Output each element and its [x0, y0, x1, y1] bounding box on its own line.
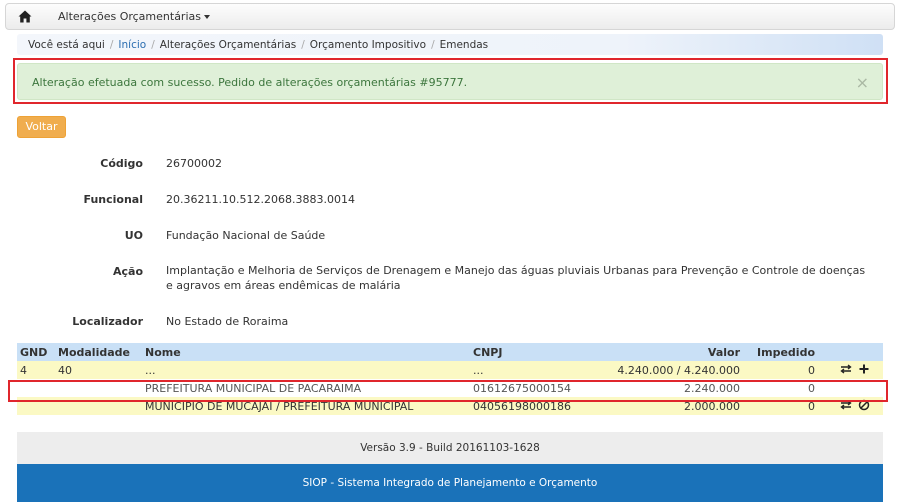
cell-cnpj: 04056198000186 — [473, 400, 571, 413]
close-icon[interactable]: × — [856, 73, 869, 92]
cell-impedido: 0 — [808, 364, 815, 377]
localizador-value: No Estado de Roraima — [166, 315, 289, 328]
cell-cnpj: ... — [473, 364, 484, 377]
funcional-value: 20.36211.10.512.2068.3883.0014 — [166, 193, 355, 206]
header-gnd: GND — [20, 346, 48, 359]
alteracoes-orcamentarias-menu[interactable]: Alterações Orçamentárias — [58, 10, 210, 23]
uo-value: Fundação Nacional de Saúde — [166, 229, 326, 242]
alert-message: Alteração efetuada com sucesso. Pedido d… — [32, 76, 468, 89]
breadcrumb-alteracoes: Alterações Orçamentárias — [159, 39, 297, 51]
cell-impedido: 0 — [808, 382, 815, 395]
breadcrumb: Você está aqui / Início / Alterações Orçamen… — [17, 34, 883, 55]
ban-icon[interactable] — [858, 399, 870, 411]
header-cnpj: CNPJ — [473, 346, 503, 359]
acao-value: Implantação e Melhoria de Serviços de Dr… — [166, 264, 866, 292]
localizador-label: Localizador — [72, 315, 143, 328]
home-icon[interactable] — [18, 10, 32, 23]
cell-nome: PREFEITURA MUNICIPAL DE PACARAIMA — [145, 382, 362, 395]
table-row[interactable]: 4 40 ... ... 4.240.000 / 4.240.000 0 — [17, 361, 883, 379]
top-navbar: Alterações Orçamentárias — [5, 3, 895, 30]
header-nome: Nome — [145, 346, 181, 359]
header-valor: Valor — [707, 346, 740, 359]
codigo-label: Código — [100, 157, 143, 170]
plus-icon[interactable] — [858, 363, 870, 375]
cell-impedido: 0 — [808, 400, 815, 413]
acao-label: Ação — [112, 265, 143, 278]
cell-modalidade: 40 — [58, 364, 72, 377]
breadcrumb-prefix: Você está aqui — [28, 39, 105, 51]
breadcrumb-emendas: Emendas — [439, 39, 489, 51]
cell-nome: ... — [145, 364, 156, 377]
caret-down-icon — [203, 15, 210, 19]
transfer-icon[interactable] — [840, 363, 852, 375]
cell-valor: 2.000.000 — [684, 400, 740, 413]
table-header: GND Modalidade Nome CNPJ Valor Impedido — [17, 343, 883, 361]
success-alert: Alteração efetuada com sucesso. Pedido d… — [17, 63, 883, 100]
footer-version: Versão 3.9 - Build 20161103-1628 — [17, 432, 883, 464]
header-impedido: Impedido — [757, 346, 815, 359]
header-modalidade: Modalidade — [58, 346, 130, 359]
cell-valor: 4.240.000 / 4.240.000 — [617, 364, 740, 377]
transfer-icon[interactable] — [840, 399, 852, 411]
table-row[interactable]: PREFEITURA MUNICIPAL DE PACARAIMA 016126… — [17, 379, 883, 397]
cell-cnpj: 01612675000154 — [473, 382, 571, 395]
cell-valor: 2.240.000 — [684, 382, 740, 395]
nav-menu-label: Alterações Orçamentárias — [58, 10, 201, 23]
emendas-table: GND Modalidade Nome CNPJ Valor Impedido … — [17, 343, 883, 415]
funcional-label: Funcional — [83, 193, 143, 206]
breadcrumb-inicio[interactable]: Início — [118, 39, 146, 51]
table-row[interactable]: MUNICIPIO DE MUCAJAI / PREFEITURA MUNICI… — [17, 397, 883, 415]
codigo-value: 26700002 — [166, 157, 222, 170]
cell-gnd: 4 — [20, 364, 27, 377]
breadcrumb-orcamento: Orçamento Impositivo — [309, 39, 427, 51]
footer-system-name: SIOP - Sistema Integrado de Planejamento… — [17, 464, 883, 502]
voltar-button[interactable]: Voltar — [17, 116, 66, 138]
cell-nome: MUNICIPIO DE MUCAJAI / PREFEITURA MUNICI… — [145, 400, 414, 413]
uo-label: UO — [124, 229, 143, 242]
